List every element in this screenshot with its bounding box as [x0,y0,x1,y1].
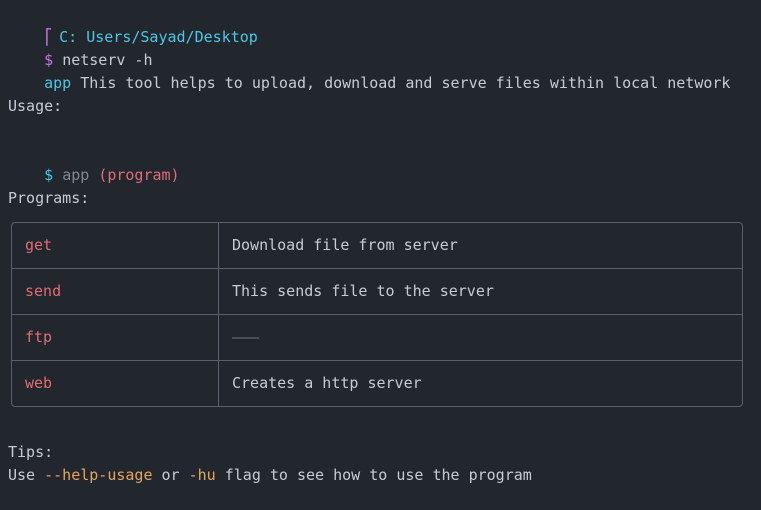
prompt-dollar: $ [44,51,54,69]
tips-middle: or [152,466,189,484]
table-row: ftp ——— [12,314,742,361]
tips-text: Use --help-usage or -hu flag to see how … [8,464,532,487]
prompt-path-line: ⎡ C: Users/Sayad/Desktop [8,3,761,46]
tips-section: Tips: Use --help-usage or -hu flag to se… [8,441,532,487]
program-desc: ——— [218,314,742,361]
prompt-path: C: Users/Sayad/Desktop [59,28,258,46]
tips-flag-long: --help-usage [44,466,153,484]
table-row: get Download file from server [12,223,742,269]
table-row: web Creates a http server [12,360,742,406]
usage-dollar: $ [44,166,54,184]
usage-arg: (program) [98,166,180,184]
program-name: web [12,360,219,406]
usage-label: Usage: [8,97,63,115]
program-name: ftp [12,314,219,361]
usage-line: $ app (program) [8,141,761,184]
app-description: This tool helps to upload, download and … [80,74,731,92]
tips-label: Tips: [8,443,54,461]
program-desc: Creates a http server [232,374,422,392]
table-row: send This sends file to the server [12,268,742,315]
usage-app: app [62,166,90,184]
prompt-bracket-icon: ⎡ [44,28,54,46]
tips-flag-short: -hu [188,466,216,484]
program-name: send [12,268,219,315]
program-name: get [12,223,219,269]
programs-table: get Download file from server send This … [11,222,743,407]
programs-label: Programs: [8,189,90,207]
tips-prefix: Use [8,466,45,484]
command-text: netserv -h [62,51,153,69]
program-desc: Download file from server [218,223,742,269]
program-desc: This sends file to the server [218,268,742,315]
tips-suffix: flag to see how to use the program [215,466,532,484]
app-name: app [44,74,72,92]
